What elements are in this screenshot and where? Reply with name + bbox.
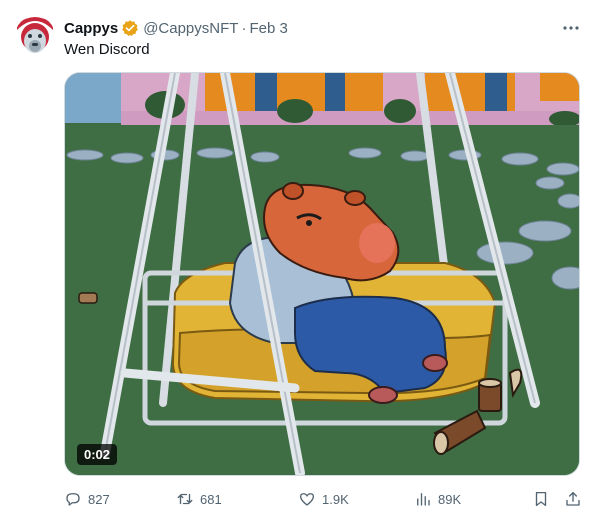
like-button[interactable]: 1.9K	[298, 490, 349, 508]
share-icon	[566, 491, 580, 506]
repost-button[interactable]: 681	[176, 490, 222, 508]
reply-count: 827	[88, 491, 110, 507]
more-dots-icon[interactable]	[561, 18, 581, 38]
tweet-text: Wen Discord	[64, 41, 150, 58]
reply-button[interactable]: 827	[64, 490, 110, 508]
separator: ·	[241, 19, 247, 37]
handle[interactable]: @CappysNFT	[143, 20, 238, 37]
bookmark-button[interactable]	[532, 490, 550, 508]
share-button[interactable]	[564, 490, 582, 508]
like-count: 1.9K	[322, 491, 349, 507]
repost-count: 681	[200, 491, 222, 507]
views-count: 89K	[438, 491, 462, 507]
tweet: Cappys @CappysNFT · Feb 3 Wen Discord 0:…	[0, 0, 593, 518]
bookmark-icon	[535, 491, 547, 507]
tweet-header: Cappys @CappysNFT · Feb 3	[64, 18, 288, 38]
tweet-date[interactable]: Feb 3	[249, 20, 287, 37]
views-button[interactable]: 89K	[414, 490, 461, 508]
reply-icon	[66, 493, 80, 506]
verified-badge-icon[interactable]	[121, 19, 139, 37]
repost-icon	[177, 493, 193, 505]
video-player[interactable]: 0:02	[64, 72, 580, 476]
views-icon	[417, 493, 430, 506]
avatar[interactable]	[15, 16, 55, 56]
display-name[interactable]: Cappys	[64, 20, 118, 37]
action-bar: 827 681 1.9K 89K	[64, 488, 582, 510]
video-timestamp: 0:02	[77, 444, 118, 465]
heart-icon	[299, 493, 315, 506]
